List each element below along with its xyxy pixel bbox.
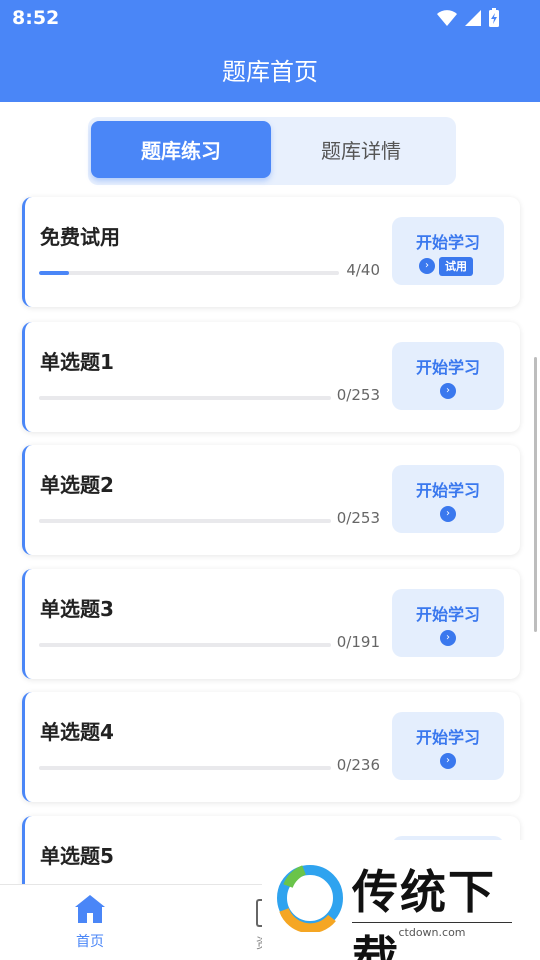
progress-count: 0/253	[336, 386, 380, 404]
progress-track	[39, 643, 331, 647]
progress-count: 0/253	[336, 509, 380, 527]
status-icons	[436, 8, 500, 28]
scrollbar[interactable]	[534, 357, 537, 632]
start-study-label: 开始学习	[415, 728, 480, 747]
start-study-label: 开始学习	[415, 358, 480, 377]
start-study-button[interactable]: 开始学习 ›	[392, 589, 504, 657]
list-item[interactable]: 单选题3 0/191 开始学习 ›	[22, 569, 520, 679]
watermark-logo-icon	[277, 865, 343, 932]
chevron-right-icon: ›	[440, 753, 456, 769]
card-title: 单选题1	[40, 350, 114, 374]
signal-icon	[465, 10, 481, 26]
card-title: 单选题5	[40, 844, 114, 868]
trial-badge: 试用	[439, 257, 473, 276]
start-study-button[interactable]: 开始学习 › 试用	[392, 217, 504, 285]
progress-track	[39, 766, 331, 770]
list-item[interactable]: 免费试用 4/40 开始学习 › 试用	[22, 197, 520, 307]
battery-icon	[489, 8, 499, 27]
chevron-right-icon: ›	[419, 258, 435, 274]
list-item[interactable]: 单选题1 0/253 开始学习 ›	[22, 322, 520, 432]
card-title: 单选题3	[40, 597, 114, 621]
chevron-right-icon: ›	[440, 506, 456, 522]
wifi-icon	[437, 10, 457, 26]
start-study-button[interactable]: 开始学习 ›	[392, 712, 504, 780]
tab-details[interactable]: 题库详情	[271, 121, 451, 178]
progress-count: 4/40	[346, 261, 380, 279]
progress-track	[39, 519, 331, 523]
progress-count: 0/191	[336, 633, 380, 651]
start-study-label: 开始学习	[415, 233, 480, 252]
chevron-right-icon: ›	[440, 383, 456, 399]
main-content[interactable]: 题库练习 题库详情 免费试用 4/40 开始学习 › 试用 单选题1 0/253…	[0, 102, 540, 884]
start-study-label: 开始学习	[415, 481, 480, 500]
progress-count: 0/236	[336, 756, 380, 774]
watermark-text: 传统下载	[352, 865, 496, 960]
start-study-label: 开始学习	[415, 605, 480, 624]
home-icon	[75, 895, 105, 923]
segmented-control: 题库练习 题库详情	[88, 117, 456, 185]
nav-home[interactable]: 首页	[60, 893, 120, 951]
start-study-button[interactable]: 开始学习 ›	[392, 342, 504, 410]
list-item[interactable]: 单选题4 0/236 开始学习 ›	[22, 692, 520, 802]
progress-track	[39, 396, 331, 400]
nav-home-label: 首页	[76, 934, 104, 950]
progress-fill	[39, 271, 69, 275]
chevron-right-icon: ›	[440, 630, 456, 646]
status-time: 8:52	[12, 7, 60, 29]
watermark: 传统下载 ctdown.com	[262, 840, 540, 960]
card-title: 免费试用	[40, 225, 120, 249]
list-item[interactable]: 单选题2 0/253 开始学习 ›	[22, 445, 520, 555]
page-title: 题库首页	[222, 58, 318, 86]
start-study-button[interactable]: 开始学习 ›	[392, 465, 504, 533]
watermark-url: ctdown.com	[352, 922, 512, 939]
card-title: 单选题2	[40, 473, 114, 497]
card-title: 单选题4	[40, 720, 114, 744]
status-bar: 8:52	[0, 0, 540, 36]
tab-practice[interactable]: 题库练习	[91, 121, 271, 178]
progress-track	[39, 271, 339, 275]
app-header: 8:52 题库首页	[0, 0, 540, 102]
